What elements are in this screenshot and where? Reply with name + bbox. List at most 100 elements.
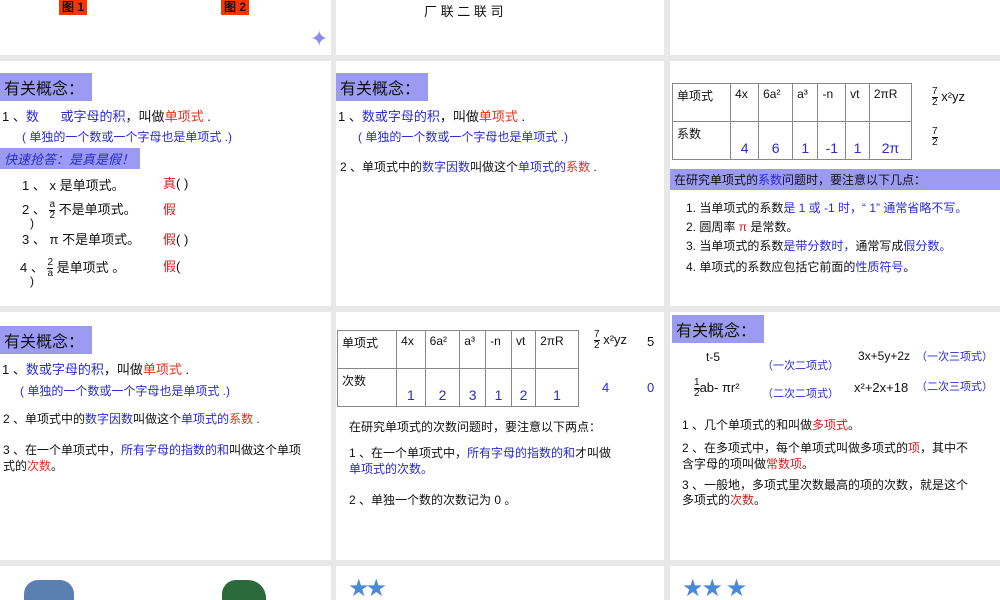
degree-note-1: 1 、在一个单项式中，所有字母的指数的和才叫做	[349, 446, 612, 460]
slide-thumbnail-7[interactable]: 有关概念： 1 、数或字母的积，叫做单项式 . ( 单独的一个数或一个字母也是单…	[0, 312, 331, 560]
degree-definition-cont: 式的次数。	[3, 459, 64, 473]
quiz-answer-1: 真( )	[163, 176, 189, 191]
extra-monomial: 72 x²yz	[594, 329, 628, 351]
table-cell: a³	[459, 330, 487, 369]
table-cell: 2πR	[535, 330, 579, 369]
cartoon-bird-icon	[222, 580, 266, 600]
table-cell: 1	[535, 368, 579, 407]
note-2: 2. 圆周率 π 是常数。	[686, 220, 799, 234]
figure-label-2: 图 2	[221, 0, 250, 15]
quiz-paren: )	[30, 274, 34, 288]
figure-label-1: 图 1	[59, 0, 88, 15]
slide-thumbnail-4[interactable]: 有关概念： 1 、数 或字母的积，叫做单项式 . ( 单独的一个数或一个字母也是…	[0, 61, 331, 306]
definition-note: ( 单独的一个数或一个字母也是单项式 .)	[22, 130, 232, 144]
note-3: 3. 当单项式的系数是带分数时，通常写成假分数。	[686, 239, 952, 253]
definition-line: 1 、数 或字母的积，叫做单项式 .	[2, 109, 211, 124]
coefficient-definition: 2 、单项式中的数字因数叫做这个单项式的系数 .	[340, 160, 597, 174]
polynomial-note-2: 2 、在多项式中，每个单项式叫做多项式的项，其中不	[682, 441, 969, 455]
polynomial-example: t-5	[706, 350, 721, 364]
slide-caption: 厂 联 二 联 司	[424, 4, 504, 19]
definition-line: 1 、数或字母的积，叫做单项式 .	[338, 109, 526, 124]
table-cell: 1	[845, 121, 870, 160]
extra-coefficient: 72	[932, 126, 938, 148]
table-cell: 2	[510, 368, 537, 407]
quiz-answer-3: 假( )	[163, 232, 189, 247]
polynomial-example: 1 2 ab- πr²	[694, 377, 740, 399]
table-cell: 6a²	[758, 83, 794, 122]
star-rating-icon: ★★ ★	[682, 575, 747, 600]
polynomial-classification: （一次二项式）	[762, 360, 839, 372]
definition-note: ( 单独的一个数或一个字母也是单项式 .)	[20, 384, 230, 398]
sparkle-star-icon: ✦	[310, 26, 329, 51]
definition-note: ( 单独的一个数或一个字母也是单项式 .)	[358, 130, 568, 144]
degree-note-1-cont: 单项式的次数。	[349, 462, 434, 476]
slide-thumbnail-10[interactable]	[0, 566, 331, 600]
constant-degree: 0	[647, 380, 655, 395]
degree-definition: 3 、在一个单项式中，所有字母的指数的和叫做这个单项	[3, 443, 302, 457]
table-cell: 2π	[868, 121, 913, 160]
table-cell: 4	[730, 121, 760, 160]
slide-thumbnail-3[interactable]	[670, 0, 1000, 55]
slide-thumbnail-1[interactable]: 图 1 图 2 ✦	[0, 0, 331, 55]
slide-header: 有关概念：	[0, 73, 92, 101]
quiz-paren: )	[30, 216, 34, 230]
extra-degree: 4	[602, 380, 610, 395]
table-cell: 1	[792, 121, 819, 160]
note-4: 4. 单项式的系数应包括它前面的性质符号。	[686, 260, 916, 274]
degree-note-2: 2 、单独一个数的次数记为 0 。	[349, 493, 517, 507]
table-cell: 4x	[730, 83, 760, 122]
table-cell: 单项式	[671, 83, 732, 122]
slide-thumbnail-2[interactable]: 厂 联 二 联 司	[336, 0, 664, 55]
polynomial-classification: （二次二项式）	[762, 388, 839, 400]
table-cell: vt	[845, 83, 870, 122]
slide-thumbnail-11[interactable]: ★★	[336, 566, 664, 600]
table-cell: 1	[396, 368, 426, 407]
extra-monomial: 72 x²yz	[932, 86, 966, 108]
slide-thumbnail-9[interactable]: 有关概念： t-5 （一次二项式） 3x+5y+2z （一次三项式） 1 2 ab-…	[670, 312, 1000, 560]
coefficient-table: 单项式 4x 6a² a³ -n vt 2πR 系数 4 6 1 -1 1 2π	[671, 83, 913, 160]
quiz-item-1: 1 、 x 是单项式。	[22, 178, 125, 193]
quiz-header: 快速抢答：是真是假！	[0, 148, 140, 169]
polynomial-note-2-cont: 含字母的项叫做常数项。	[682, 457, 815, 471]
slide-thumbnail-12[interactable]: ★★ ★	[670, 566, 1000, 600]
star-rating-icon: ★★	[348, 575, 387, 600]
polynomial-example: x²+2x+18	[854, 380, 909, 395]
cartoon-robot-icon	[24, 580, 74, 600]
degree-intro: 在研究单项式的次数问题时，要注意以下两点：	[349, 420, 602, 434]
table-cell: 6a²	[424, 330, 461, 369]
table-cell: 单项式	[336, 330, 398, 369]
table-cell: 次数	[336, 368, 398, 407]
slide-header: 有关概念：	[672, 315, 764, 343]
quiz-answer-4: 假(	[163, 259, 181, 274]
quiz-item-3: 3 、 π 不是单项式。	[22, 232, 141, 247]
table-cell: 2πR	[868, 83, 913, 122]
table-cell: a³	[792, 83, 819, 122]
note-1: 1. 当单项式的系数是 1 或 -1 时，“ 1” 通常省略不写。	[686, 201, 968, 215]
quiz-item-4: 4 、 2a 是单项式 。	[20, 257, 126, 280]
polynomial-classification: （一次三项式）	[916, 351, 993, 363]
extra-constant: 5	[647, 334, 655, 349]
table-cell: -n	[485, 330, 512, 369]
table-cell: 6	[758, 121, 794, 160]
table-cell: 4x	[396, 330, 426, 369]
note-banner: 在研究单项式的系数问题时，要注意以下几点：	[670, 169, 1000, 190]
polynomial-classification: （二次三项式）	[916, 381, 993, 393]
quiz-item-2: 2 、 a2 不是单项式。	[22, 199, 137, 222]
slide-thumbnail-8[interactable]: 单项式 4x 6a² a³ -n vt 2πR 次数 1 2 3 1 2 1 72 x²yz 5 4 0…	[336, 312, 664, 560]
table-cell: 系数	[671, 121, 732, 160]
polynomial-note-1: 1 、几个单项式的和叫做多项式。	[682, 418, 861, 432]
slide-header: 有关概念：	[336, 73, 428, 101]
table-cell: vt	[510, 330, 537, 369]
table-cell: -n	[817, 83, 847, 122]
quiz-answer-2: 假	[163, 202, 177, 217]
definition-line: 1 、数或字母的积，叫做单项式 .	[2, 362, 190, 377]
polynomial-note-3-cont: 多项式的次数。	[682, 493, 767, 507]
table-cell: 1	[485, 368, 512, 407]
coefficient-definition: 2 、单项式中的数字因数叫做这个单项式的系数 .	[3, 412, 260, 426]
slide-thumbnail-6[interactable]: 单项式 4x 6a² a³ -n vt 2πR 系数 4 6 1 -1 1 2π 72 x²yz 72 …	[670, 61, 1000, 306]
slide-header: 有关概念：	[0, 326, 92, 354]
degree-table: 单项式 4x 6a² a³ -n vt 2πR 次数 1 2 3 1 2 1	[336, 330, 579, 407]
slide-thumbnail-5[interactable]: 有关概念： 1 、数或字母的积，叫做单项式 . ( 单独的一个数或一个字母也是单…	[336, 61, 664, 306]
table-cell: 3	[459, 368, 487, 407]
table-cell: 2	[424, 368, 461, 407]
